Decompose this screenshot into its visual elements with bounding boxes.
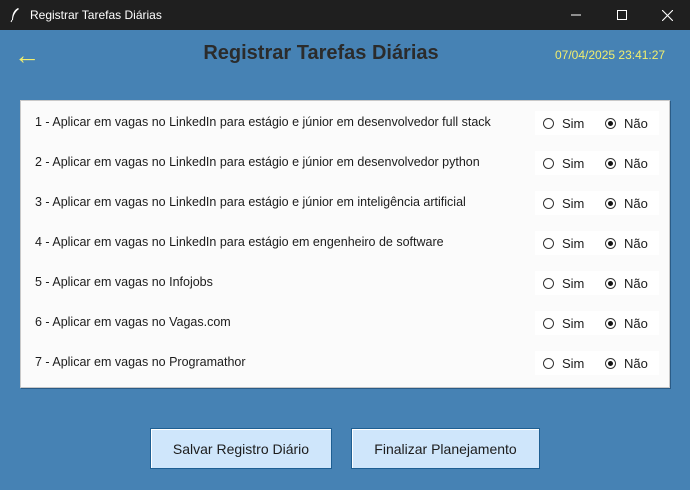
minimize-button[interactable] <box>553 0 599 30</box>
radio-nao[interactable]: Não <box>605 111 648 135</box>
radio-label-sim: Sim <box>562 115 585 131</box>
radio-label-nao: Não <box>624 235 648 251</box>
radio-unchecked-icon <box>543 357 554 369</box>
finish-planning-button[interactable]: Finalizar Planejamento <box>351 428 540 469</box>
radio-label-sim: Sim <box>562 155 585 171</box>
radio-checked-icon <box>605 317 616 329</box>
task-radio-group: Sim Não <box>535 191 659 215</box>
task-radio-group: Sim Não <box>535 271 659 295</box>
radio-sim[interactable]: Sim <box>543 191 584 215</box>
radio-sim[interactable]: Sim <box>543 151 584 175</box>
task-row: 5 - Aplicar em vagas no Infojobs Sim Não <box>21 267 669 299</box>
radio-unchecked-icon <box>543 237 554 249</box>
radio-label-nao: Não <box>624 155 648 171</box>
task-row: 3 - Aplicar em vagas no LinkedIn para es… <box>21 187 669 219</box>
task-label: 3 - Aplicar em vagas no LinkedIn para es… <box>35 195 466 209</box>
radio-unchecked-icon <box>543 317 554 329</box>
radio-label-sim: Sim <box>562 235 585 251</box>
task-radio-group: Sim Não <box>535 311 659 335</box>
radio-label-nao: Não <box>624 355 648 371</box>
radio-label-nao: Não <box>624 275 648 291</box>
tasks-panel: 1 - Aplicar em vagas no LinkedIn para es… <box>20 100 670 388</box>
radio-nao[interactable]: Não <box>605 311 648 335</box>
radio-label-nao: Não <box>624 115 648 131</box>
radio-nao[interactable]: Não <box>605 191 648 215</box>
task-label: 5 - Aplicar em vagas no Infojobs <box>35 275 213 289</box>
radio-checked-icon <box>605 237 616 249</box>
datetime-label: 07/04/2025 23:41:27 <box>555 48 666 62</box>
radio-unchecked-icon <box>543 197 554 209</box>
task-row: 4 - Aplicar em vagas no LinkedIn para es… <box>21 227 669 259</box>
window-title: Registrar Tarefas Diárias <box>30 8 162 22</box>
feather-icon <box>10 8 19 23</box>
task-label: 6 - Aplicar em vagas no Vagas.com <box>35 315 231 329</box>
radio-label-sim: Sim <box>562 315 585 331</box>
radio-checked-icon <box>605 117 616 129</box>
radio-checked-icon <box>605 157 616 169</box>
radio-sim[interactable]: Sim <box>543 351 584 375</box>
title-bar: Registrar Tarefas Diárias <box>0 0 690 30</box>
radio-sim[interactable]: Sim <box>543 311 584 335</box>
minimize-icon <box>571 14 581 16</box>
radio-unchecked-icon <box>543 157 554 169</box>
radio-checked-icon <box>605 197 616 209</box>
radio-unchecked-icon <box>543 277 554 289</box>
task-row: 1 - Aplicar em vagas no LinkedIn para es… <box>21 107 669 139</box>
radio-nao[interactable]: Não <box>605 151 648 175</box>
radio-label-sim: Sim <box>562 275 585 291</box>
task-label: 7 - Aplicar em vagas no Programathor <box>35 355 246 369</box>
task-radio-group: Sim Não <box>535 351 659 375</box>
task-row: 7 - Aplicar em vagas no Programathor Sim… <box>21 347 669 379</box>
radio-label-nao: Não <box>624 315 648 331</box>
task-row: 2 - Aplicar em vagas no LinkedIn para es… <box>21 147 669 179</box>
radio-nao[interactable]: Não <box>605 351 648 375</box>
task-row: 6 - Aplicar em vagas no Vagas.com Sim Nã… <box>21 307 669 339</box>
task-radio-group: Sim Não <box>535 151 659 175</box>
page-title: Registrar Tarefas Diárias <box>203 42 439 64</box>
radio-label-sim: Sim <box>562 355 585 371</box>
close-icon <box>661 9 673 21</box>
radio-label-sim: Sim <box>562 195 585 211</box>
task-label: 1 - Aplicar em vagas no LinkedIn para es… <box>35 115 491 129</box>
task-radio-group: Sim Não <box>535 111 659 135</box>
save-daily-record-button[interactable]: Salvar Registro Diário <box>150 428 332 469</box>
task-label: 2 - Aplicar em vagas no LinkedIn para es… <box>35 155 480 169</box>
radio-nao[interactable]: Não <box>605 231 648 255</box>
radio-sim[interactable]: Sim <box>543 111 584 135</box>
radio-checked-icon <box>605 277 616 289</box>
close-button[interactable] <box>644 0 690 30</box>
radio-nao[interactable]: Não <box>605 271 648 295</box>
radio-sim[interactable]: Sim <box>543 271 584 295</box>
maximize-icon <box>617 10 627 20</box>
task-label: 4 - Aplicar em vagas no LinkedIn para es… <box>35 235 444 249</box>
radio-unchecked-icon <box>543 117 554 129</box>
radio-sim[interactable]: Sim <box>543 231 584 255</box>
maximize-button[interactable] <box>599 0 645 30</box>
radio-label-nao: Não <box>624 195 648 211</box>
radio-checked-icon <box>605 357 616 369</box>
task-radio-group: Sim Não <box>535 231 659 255</box>
